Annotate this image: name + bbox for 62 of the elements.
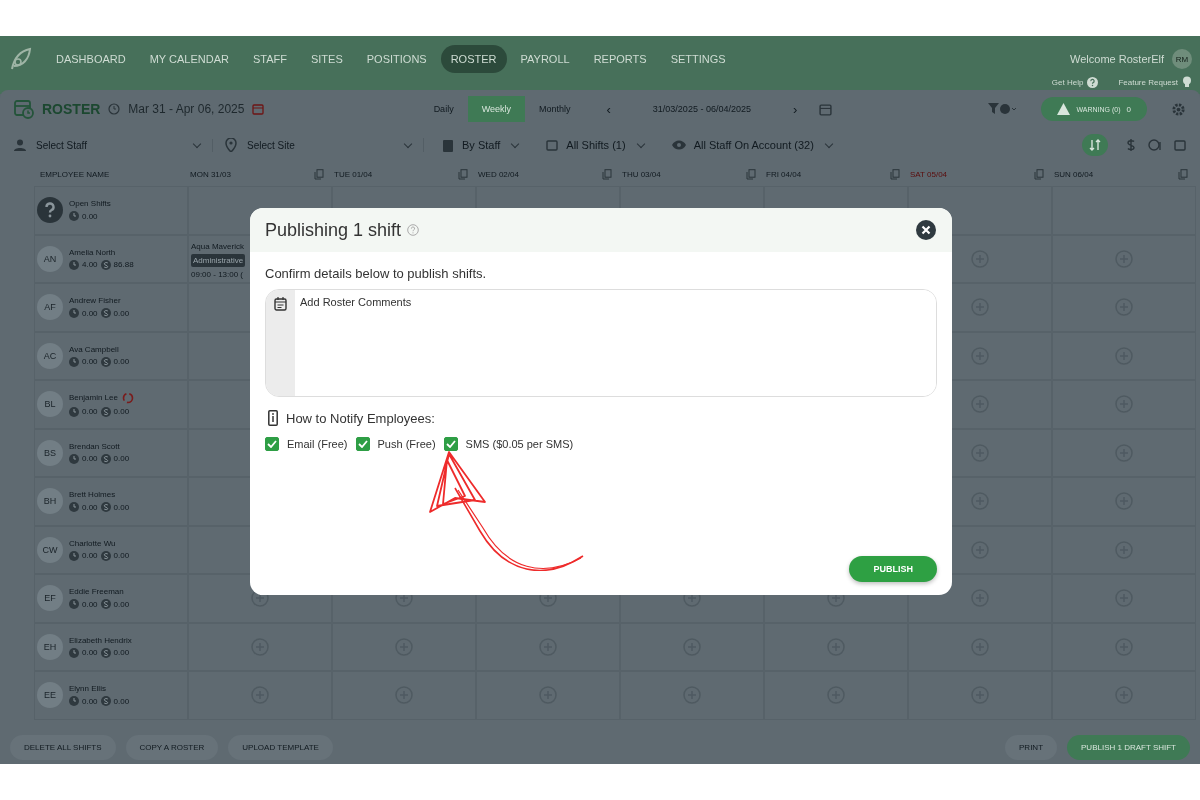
cost-value: 0.00 <box>113 648 130 658</box>
employee-name: Elynn Ellis <box>69 684 106 694</box>
employee-name: Charlotte Wu <box>69 538 116 548</box>
shift-site: Aqua Maverick <box>191 241 244 251</box>
cost-value: 0.00 <box>113 551 130 561</box>
employee-name: Brett Holmes <box>69 490 116 500</box>
cost-value: 0.00 <box>113 454 130 464</box>
hours-value: 0.00 <box>82 454 98 464</box>
dialog-title: Publishing 1 shift <box>265 219 402 241</box>
cost-value: 0.00 <box>113 599 130 609</box>
avatar-initials: BL <box>37 391 63 418</box>
cost-value: 0.00 <box>113 696 130 706</box>
avatar-initials: BS <box>37 439 63 466</box>
cost-value: 86.88 <box>113 260 134 270</box>
employee-name: Eddie Freeman <box>69 587 124 597</box>
hours-value: 0.00 <box>82 407 98 417</box>
hours-value: 0.00 <box>82 357 98 367</box>
avatar-initials: CW <box>37 536 63 563</box>
hours-value: 0.00 <box>82 211 98 221</box>
page-title: ROSTER <box>42 101 101 117</box>
avatar-initials: AN <box>37 245 63 272</box>
dialog-message: Confirm details below to publish shifts. <box>265 266 488 281</box>
shift-position-tag: Administrative <box>191 253 246 267</box>
avatar-initials: EH <box>37 633 63 660</box>
employee-name: Elizabeth Hendrix <box>69 635 132 645</box>
avatar-initials: EF <box>37 585 63 612</box>
employee-name: Open Shifts <box>69 199 111 209</box>
cost-value: 0.00 <box>113 502 130 512</box>
day-header: FRI 04/04 <box>766 169 802 179</box>
hours-value: 0.00 <box>82 648 98 658</box>
cost-value: 0.00 <box>113 308 130 318</box>
employee-name: Brendan Scott <box>69 441 120 451</box>
day-header: SAT 05/04 <box>910 169 948 179</box>
avatar-initials: EE <box>37 682 63 709</box>
day-header: THU 03/04 <box>622 169 661 179</box>
notify-heading: How to Notify Employees: <box>286 410 435 426</box>
employee-name: Ava Campbell <box>69 344 119 354</box>
avatar-initials: BH <box>37 488 63 515</box>
checkbox-label: Email (Free) <box>287 438 348 450</box>
checkbox-label: SMS ($0.05 per SMS) <box>465 438 574 450</box>
hours-value: 0.00 <box>82 308 98 318</box>
avatar-initials: AF <box>37 294 63 321</box>
hours-value: 0.00 <box>82 502 98 512</box>
hours-value: 0.00 <box>82 696 98 706</box>
employee-name: Andrew Fisher <box>69 296 121 306</box>
day-header: TUE 01/04 <box>334 169 373 179</box>
avatar-initials: AC <box>37 342 63 369</box>
warning-count: 0 <box>1126 104 1131 114</box>
column-header: EMPLOYEE NAME <box>39 169 111 179</box>
day-header: WED 02/04 <box>478 169 519 179</box>
day-header: MON 31/03 <box>190 169 231 179</box>
cost-value: 0.00 <box>113 357 130 367</box>
welcome-text: Welcome RosterElf <box>1070 53 1164 65</box>
cost-value: 0.00 <box>113 407 130 417</box>
hours-value: 0.00 <box>82 599 98 609</box>
date-range: Mar 31 - Apr 06, 2025 <box>128 102 245 116</box>
hours-value: 4.00 <box>82 260 98 270</box>
employee-name: Amelia North <box>69 247 116 257</box>
hours-value: 0.00 <box>82 551 98 561</box>
day-header: SUN 06/04 <box>1054 169 1094 179</box>
employee-name: Benjamin Lee <box>69 393 118 403</box>
checkbox-label: Push (Free) <box>377 438 436 450</box>
